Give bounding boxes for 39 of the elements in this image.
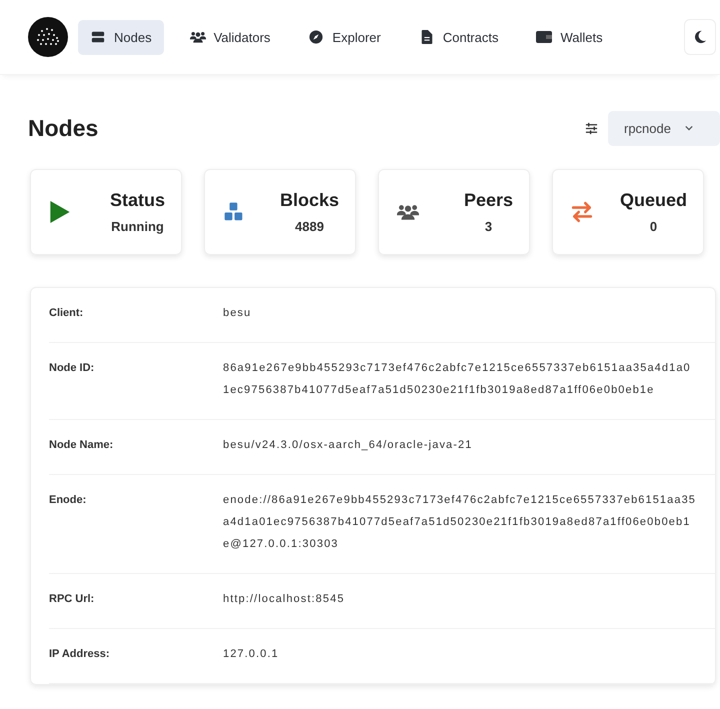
swap-arrows-icon [571, 201, 593, 223]
detail-label: Node ID: [49, 362, 96, 376]
stat-value: 3 [484, 219, 494, 234]
detail-value: 127.0.0.1 [223, 647, 280, 662]
stat-value: 4889 [294, 219, 325, 234]
detail-label: IP Address: [49, 648, 111, 662]
play-icon [49, 201, 71, 223]
nav-tab[interactable]: Validators [178, 20, 282, 54]
compass-icon [308, 30, 324, 44]
node-dropdown[interactable]: rpcnode [608, 110, 720, 146]
sliders-icon [585, 122, 598, 134]
detail-value: http://localhost:8545 [223, 592, 346, 607]
detail-label: RPC Url: [49, 593, 96, 607]
cubes-icon [223, 201, 245, 223]
nodes-icon [90, 30, 106, 44]
stat-title: Peers [464, 190, 513, 211]
nav-tab[interactable]: Contracts [406, 20, 510, 54]
detail-label: Node Name: [49, 439, 114, 453]
moon-icon [693, 30, 707, 44]
detail-value: besu [223, 306, 252, 321]
stat-title: Blocks [280, 190, 339, 211]
nav-tab[interactable]: Explorer [296, 20, 393, 54]
stat-value: Running [110, 219, 165, 234]
logo-icon[interactable] [28, 17, 68, 57]
page-title: Nodes [28, 114, 98, 142]
stat-title: Queued [620, 190, 687, 211]
people-icon [190, 30, 206, 44]
chevron-down-icon [684, 125, 693, 131]
stat-title: Status [110, 190, 165, 211]
nav-tab[interactable]: Wallets [524, 20, 615, 54]
theme-toggle-button[interactable] [684, 19, 716, 55]
detail-value: enode://86a91e267e9bb455293c7173ef476c2abfc7e1215ce6557337eb6151aa35a4d1a01ec9756387b41077d5eaf7a51d50230e21f1fb3019a8ed87a1ff06e0b0eb1e@127.0.0.1:30303 [223, 493, 697, 552]
detail-label: Client: [49, 307, 84, 321]
detail-label: Enode: [49, 494, 88, 508]
detail-value: 86a91e267e9bb455293c7173ef476c2abfc7e1215ce6557337eb6151aa35a4d1a01ec9756387b41077d5eaf7a51d50230e21f1fb3019a8ed87a1ff06e0b0eb1e [223, 361, 692, 398]
wallet-icon [536, 30, 552, 44]
stat-value: 0 [648, 219, 658, 234]
detail-value: besu/v24.3.0/osx-aarch_64/oracle-java-21 [223, 438, 474, 453]
nav-tab[interactable]: Nodes [78, 20, 164, 54]
